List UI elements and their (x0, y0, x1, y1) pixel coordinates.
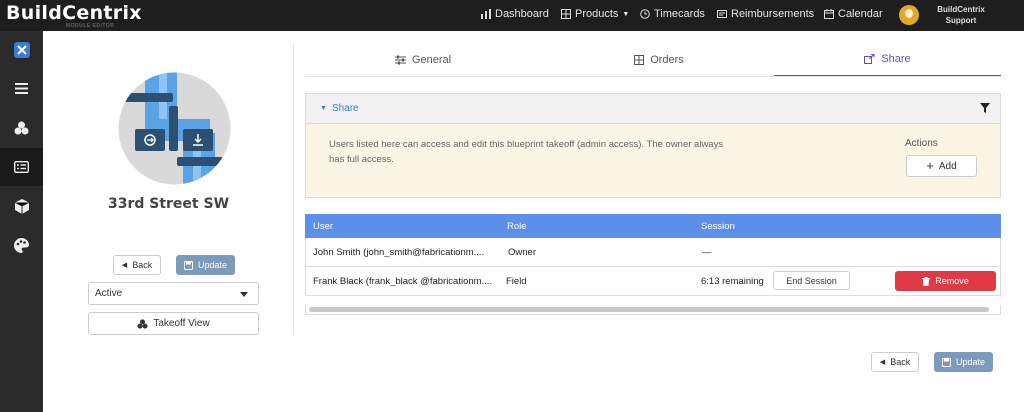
row-session: 6:13 remaining (701, 275, 764, 287)
nav-products[interactable]: Products ▼ (561, 8, 629, 20)
sidebar-item-list[interactable] (0, 148, 43, 186)
table-row: Frank Black (frank_black @fabricationm..… (305, 267, 1001, 296)
table-horizontal-scrollbar[interactable] (305, 305, 1001, 315)
sidebar-item-takeoff[interactable] (0, 109, 43, 147)
update-button[interactable]: Update (176, 255, 235, 275)
palette-icon (14, 237, 29, 253)
table-row: John Smith (john_smith@fabricationm.... … (305, 238, 1001, 267)
user-name-line2: Support (945, 16, 977, 25)
tab-orders-label: Orders (650, 54, 684, 66)
nav-calendar[interactable]: Calendar (824, 8, 883, 20)
footer-update-button[interactable]: Update (934, 352, 993, 372)
add-user-button[interactable]: + Add (906, 155, 977, 177)
back-button[interactable]: ◀ Back (113, 255, 161, 275)
nav-reimbursements-label: Reimbursements (731, 8, 815, 20)
clock-icon (640, 9, 650, 19)
row-role: Owner (508, 246, 536, 258)
cube-icon (14, 198, 29, 214)
user-name-line1: BuildCentrix (937, 5, 985, 14)
bar-chart-icon (481, 9, 491, 19)
app-logo-subtitle: MODULE EDITOR (66, 23, 115, 29)
caret-left-icon: ◀ (879, 359, 886, 366)
status-select[interactable]: Active (88, 282, 259, 305)
sidebar (0, 31, 43, 412)
takeoff-icon (14, 121, 29, 135)
row-user: John Smith (john_smith@fabricationm.... (313, 246, 485, 258)
share-users-table: User Role Session John Smith (john_smith… (305, 214, 1001, 296)
panel-divider (293, 43, 294, 335)
grid-icon (561, 9, 571, 19)
remove-user-button[interactable]: Remove (895, 271, 996, 291)
app-logo[interactable]: BuildCentrix (6, 2, 142, 24)
receipt-icon (717, 10, 727, 18)
nav-dashboard-label: Dashboard (495, 8, 549, 20)
menu-icon (15, 82, 28, 94)
tab-general-label: General (411, 54, 452, 66)
column-header-session[interactable]: Session (701, 214, 735, 238)
footer-back-label: Back (890, 357, 911, 367)
end-session-label: End Session (786, 275, 837, 286)
share-description: Users listed here can access and edit th… (329, 139, 724, 165)
share-panel-body: Users listed here can access and edit th… (305, 123, 1001, 198)
row-session: — (702, 246, 712, 258)
end-session-button[interactable]: End Session (773, 271, 850, 290)
takeoff-view-button[interactable]: Takeoff View (88, 312, 259, 335)
top-navbar: BuildCentrix MODULE EDITOR Dashboard Pro… (0, 0, 1024, 31)
nav-dashboard[interactable]: Dashboard (481, 8, 549, 20)
nav-reimbursements[interactable]: Reimbursements (717, 8, 814, 20)
calendar-icon (824, 9, 834, 19)
back-button-label: Back (132, 260, 153, 270)
user-name[interactable]: BuildCentrix Support (926, 4, 996, 26)
close-x-icon (13, 42, 30, 58)
sliders-icon (394, 55, 406, 65)
caret-left-icon: ◀ (121, 262, 128, 269)
status-select-value: Active (95, 288, 123, 299)
trash-icon (922, 276, 931, 286)
tab-share[interactable]: Share (774, 43, 1001, 77)
footer-back-button[interactable]: ◀ Back (871, 352, 919, 372)
takeoff-view-label: Takeoff View (153, 318, 210, 329)
project-panel: 33rd Street SW ◀ Back Update Active Take… (43, 31, 294, 412)
column-header-user[interactable]: User (313, 214, 333, 238)
tab-share-label: Share (881, 53, 911, 65)
sidebar-item-cube[interactable] (0, 187, 43, 225)
sidebar-item-menu[interactable] (0, 69, 43, 107)
takeoff-icon (137, 318, 148, 329)
save-icon (941, 357, 951, 367)
tab-orders[interactable]: Orders (541, 43, 777, 77)
chevron-down-icon (240, 292, 248, 297)
nav-timecards[interactable]: Timecards (640, 8, 705, 20)
table-icon (634, 55, 645, 65)
column-header-role[interactable]: Role (507, 214, 527, 238)
nav-calendar-label: Calendar (838, 8, 883, 20)
project-pipe-icon (118, 72, 231, 185)
caret-down-icon: ▼ (320, 105, 327, 112)
tabs-underline (305, 76, 1001, 77)
caret-down-icon: ▼ (622, 10, 630, 18)
user-avatar[interactable] (899, 5, 919, 25)
add-user-label: Add (938, 160, 957, 172)
scrollbar-thumb[interactable] (309, 307, 989, 312)
filter-icon[interactable] (980, 103, 990, 113)
share-collapse-toggle[interactable]: ▼ Share (320, 103, 359, 114)
share-panel-header[interactable]: ▼ Share (305, 93, 1001, 123)
list-card-icon (14, 161, 29, 173)
save-icon (183, 260, 193, 270)
plus-icon: + (926, 158, 934, 173)
table-header: User Role Session (305, 214, 1001, 238)
actions-label: Actions (905, 138, 938, 149)
project-title: 33rd Street SW (107, 196, 230, 212)
sidebar-item-close[interactable] (0, 31, 43, 69)
sidebar-item-palette[interactable] (0, 226, 43, 264)
remove-user-label: Remove (935, 276, 969, 286)
update-button-label: Update (197, 260, 228, 270)
nav-timecards-label: Timecards (654, 8, 705, 20)
share-title: Share (331, 103, 359, 114)
nav-products-label: Products (575, 8, 619, 20)
share-icon (864, 54, 875, 64)
footer-update-label: Update (955, 357, 986, 367)
row-role: Field (506, 275, 527, 287)
row-user: Frank Black (frank_black @fabricationm..… (313, 275, 493, 287)
tab-general[interactable]: General (305, 43, 541, 77)
